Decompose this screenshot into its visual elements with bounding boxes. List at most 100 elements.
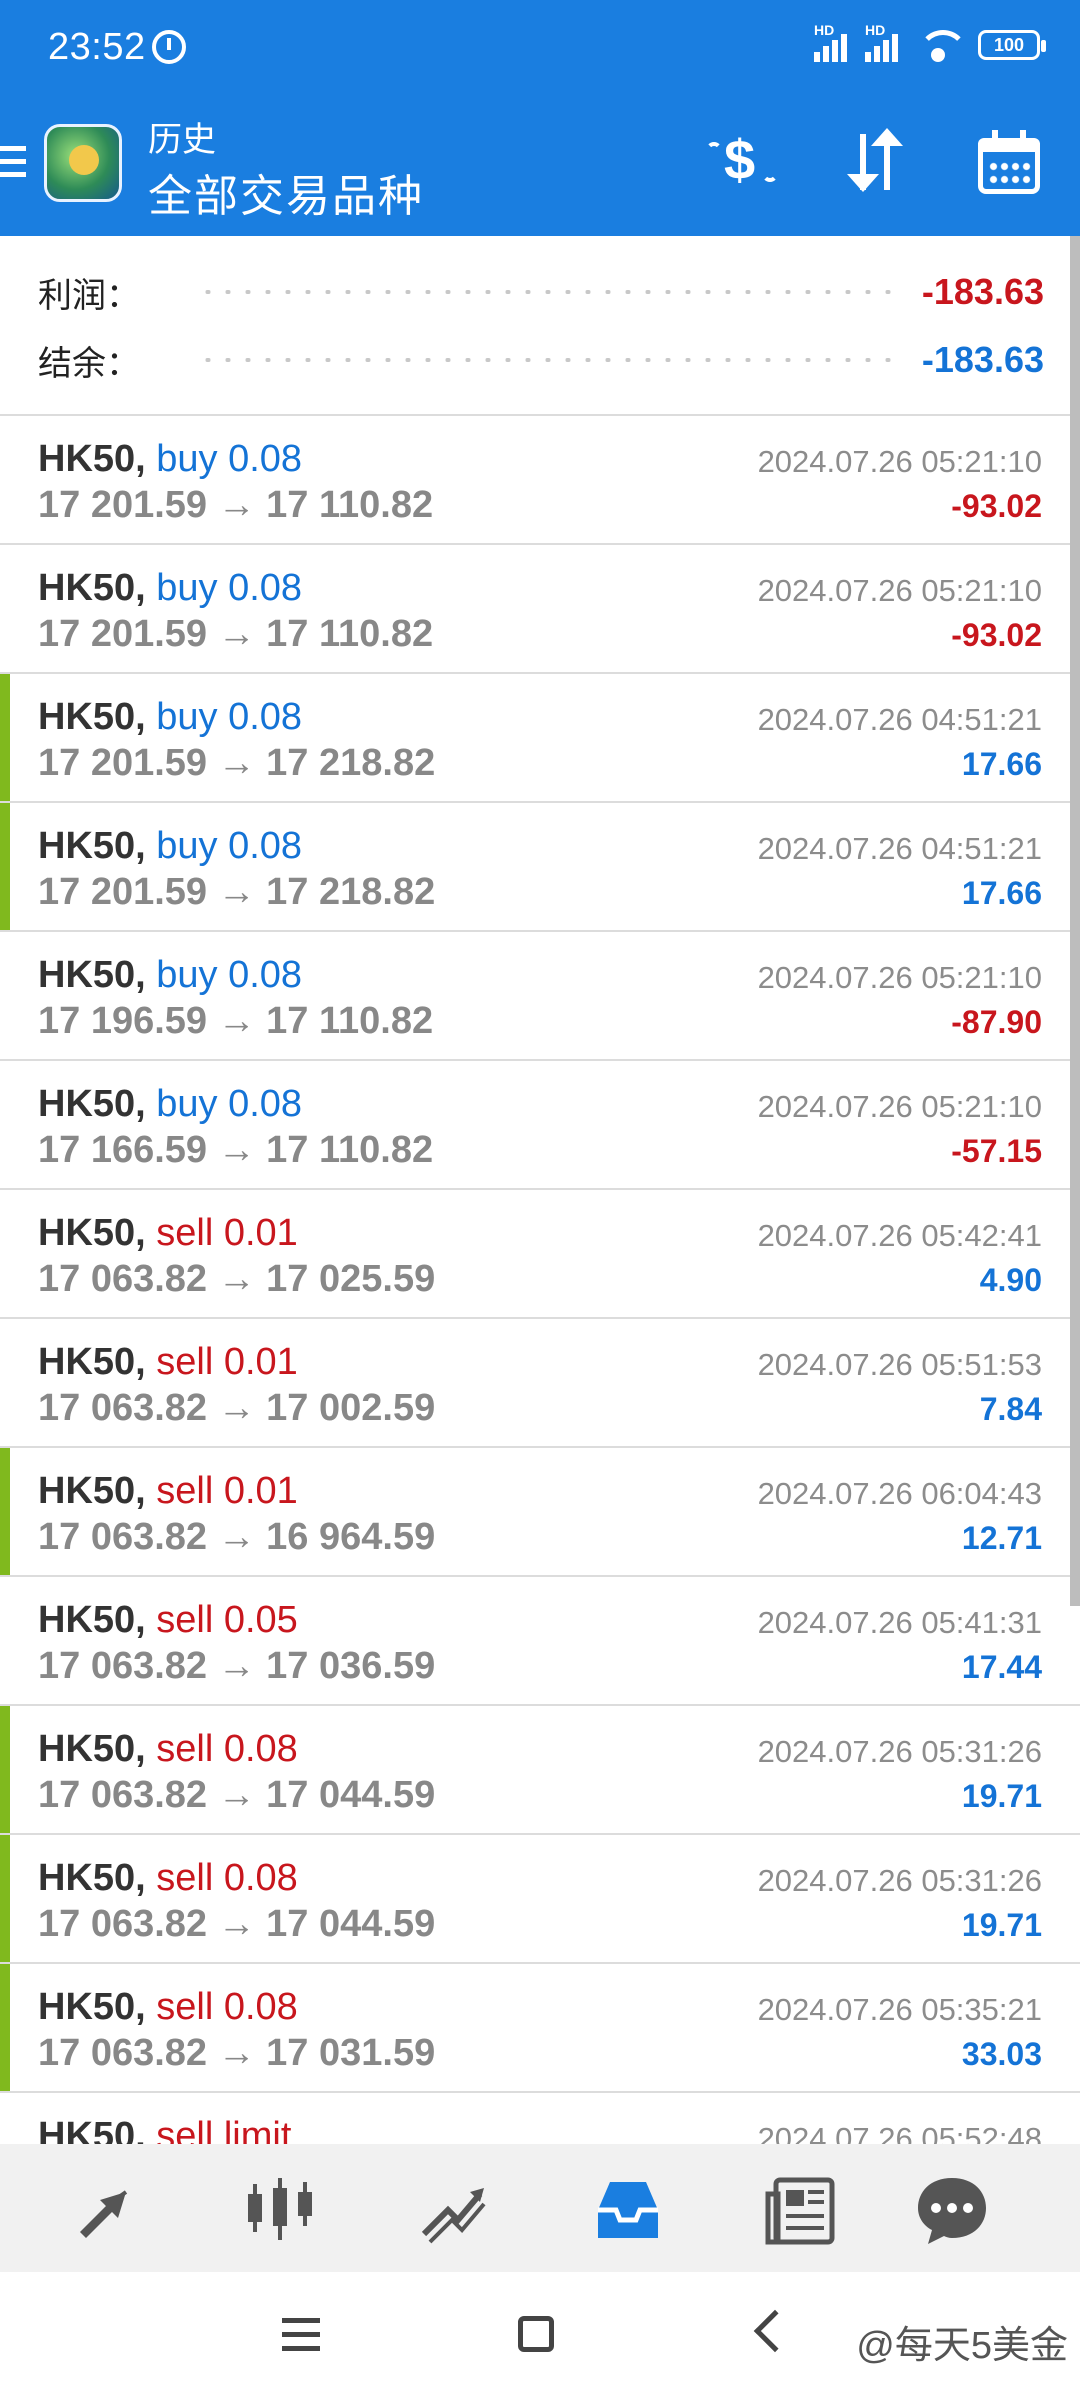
trade-side: buy 0.08 <box>156 1083 303 1125</box>
history-icon[interactable] <box>588 2170 668 2250</box>
trade-time: 2024.07.26 05:31:26 <box>757 1863 1042 1898</box>
back-icon[interactable] <box>753 2309 797 2353</box>
trade-header: HK50, buy 0.08 <box>38 954 302 997</box>
trade-symbol: HK50, <box>38 825 146 867</box>
trade-side: sell 0.05 <box>156 1599 298 1641</box>
trade-time: 2024.07.26 05:42:41 <box>757 1218 1042 1253</box>
trade-profit: 33.03 <box>961 2036 1042 2072</box>
trade-row[interactable]: HK50, sell 0.08 17 063.82 → 17 031.59 2024… <box>0 1964 1080 2093</box>
chart-icon[interactable] <box>240 2170 320 2250</box>
status-icons: HD HD 100 <box>814 22 1046 62</box>
trade-time: 2024.07.26 06:04:43 <box>757 1476 1042 1511</box>
trade-time: 2024.07.26 05:21:10 <box>757 1089 1042 1124</box>
trade-row[interactable]: HK50, buy 0.08 17 166.59 → 17 110.82 2024.… <box>0 1061 1080 1190</box>
menu-icon[interactable] <box>0 146 26 182</box>
trade-time: 2024.07.26 04:51:21 <box>757 831 1042 866</box>
profit-value: -183.63 <box>921 271 1044 312</box>
trade-icon[interactable] <box>414 2170 494 2250</box>
trade-symbol: HK50, <box>38 1599 146 1641</box>
trade-row[interactable]: HK50, buy 0.08 17 201.59 → 17 110.82 2024.… <box>0 416 1080 545</box>
trade-time: 2024.07.26 05:41:31 <box>757 1605 1042 1640</box>
trade-header: HK50, sell 0.01 <box>38 1341 298 1384</box>
trade-profit: 12.71 <box>961 1520 1042 1556</box>
trade-header: HK50, sell 0.08 <box>38 1986 298 2029</box>
trade-prices: 17 063.82 → 17 031.59 <box>38 2032 436 2074</box>
trade-symbol: HK50, <box>38 1986 146 2028</box>
trade-row[interactable]: HK50, sell 0.01 17 063.82 → 17 025.59 2024… <box>0 1190 1080 1319</box>
trade-row[interactable]: HK50, sell 0.08 17 063.82 → 17 044.59 2024… <box>0 1835 1080 1964</box>
trade-profit: -57.15 <box>951 1133 1042 1169</box>
alarm-icon <box>152 30 186 64</box>
trade-side: buy 0.08 <box>156 954 303 996</box>
trade-time: 2024.07.26 05:51:53 <box>757 1347 1042 1382</box>
trade-time: 2024.07.26 04:51:21 <box>757 702 1042 737</box>
trade-row[interactable]: HK50, buy 0.08 17 201.59 → 17 218.82 2024.… <box>0 674 1080 803</box>
recent-apps-icon[interactable] <box>282 2318 320 2352</box>
trade-header: HK50, buy 0.08 <box>38 567 302 610</box>
page-title[interactable]: 全部交易品种 <box>148 160 424 224</box>
trade-prices: 17 063.82 → 17 025.59 <box>38 1258 436 1300</box>
trade-side: sell 0.01 <box>156 1470 298 1512</box>
trade-profit: 17.66 <box>961 746 1042 782</box>
trade-prices: 17 063.82 → 17 036.59 <box>38 1645 436 1687</box>
trade-header: HK50, buy 0.08 <box>38 825 302 868</box>
trade-symbol: HK50, <box>38 1470 146 1512</box>
trade-marker <box>0 1448 10 1575</box>
trade-symbol: HK50, <box>38 954 146 996</box>
trade-side: sell 0.08 <box>156 1857 298 1899</box>
trade-side: sell 0.08 <box>156 1986 298 2028</box>
trade-symbol: HK50, <box>38 1728 146 1770</box>
trade-symbol: HK50, <box>38 696 146 738</box>
profit-row: 利润： -183.63 <box>38 262 1044 322</box>
trade-row[interactable]: HK50, sell 0.05 17 063.82 → 17 036.59 2024… <box>0 1577 1080 1706</box>
trade-profit: 7.84 <box>979 1391 1042 1427</box>
trade-prices: 17 196.59 → 17 110.82 <box>38 1000 434 1042</box>
trade-row[interactable]: HK50, sell limit 2024.07.26 05:52:48 <box>0 2093 1080 2144</box>
trade-profit: 17.44 <box>961 1649 1042 1685</box>
bottom-nav <box>0 2144 1080 2272</box>
trade-prices: 17 201.59 → 17 218.82 <box>38 742 436 784</box>
trade-symbol: HK50, <box>38 567 146 609</box>
trade-row[interactable]: HK50, sell 0.01 17 063.82 → 17 002.59 2024… <box>0 1319 1080 1448</box>
trade-profit: -93.02 <box>951 488 1042 524</box>
trade-row[interactable]: HK50, buy 0.08 17 196.59 → 17 110.82 2024.… <box>0 932 1080 1061</box>
news-icon[interactable] <box>762 2170 842 2250</box>
trade-history-list[interactable]: HK50, buy 0.08 17 201.59 → 17 110.82 2024.… <box>0 416 1080 2144</box>
trade-header: HK50, sell 0.08 <box>38 1728 298 1771</box>
home-icon[interactable] <box>518 2316 554 2352</box>
status-bar: 23:52 HD HD 100 <box>0 0 1080 96</box>
scrollbar[interactable] <box>1070 236 1080 1606</box>
trade-side: sell 0.01 <box>156 1212 298 1254</box>
hd-label: HD <box>814 22 835 38</box>
trade-marker <box>0 803 10 930</box>
trade-profit: -93.02 <box>951 617 1042 653</box>
trade-time: 2024.07.26 05:52:48 <box>757 2121 1042 2144</box>
app-logo-icon <box>44 124 122 202</box>
trade-marker <box>0 674 10 801</box>
trade-row[interactable]: HK50, buy 0.08 17 201.59 → 17 110.82 2024.… <box>0 545 1080 674</box>
wifi-icon <box>916 28 968 62</box>
trade-prices: 17 166.59 → 17 110.82 <box>38 1129 434 1171</box>
calendar-icon[interactable] <box>972 128 1046 202</box>
trade-row[interactable]: HK50, buy 0.08 17 201.59 → 17 218.82 2024.… <box>0 803 1080 932</box>
trade-symbol: HK50, <box>38 1857 146 1899</box>
trade-prices: 17 063.82 → 17 002.59 <box>38 1387 436 1429</box>
trade-header: HK50, sell 0.01 <box>38 1212 298 1255</box>
currency-icon[interactable]: $ <box>704 128 778 202</box>
hd-label-2: HD <box>865 22 886 38</box>
status-time: 23:52 <box>48 26 146 68</box>
trade-symbol: HK50, <box>38 1341 146 1383</box>
trade-profit: 17.66 <box>961 875 1042 911</box>
sort-icon[interactable] <box>838 128 912 202</box>
quotes-icon[interactable] <box>66 2170 146 2250</box>
trade-header: HK50, sell limit <box>38 2115 291 2144</box>
trade-prices: 17 201.59 → 17 218.82 <box>38 871 436 913</box>
trade-side: sell 0.08 <box>156 1728 298 1770</box>
chat-icon[interactable] <box>912 2170 992 2250</box>
trade-row[interactable]: HK50, sell 0.08 17 063.82 → 17 044.59 2024… <box>0 1706 1080 1835</box>
balance-row: 结余： -183.63 <box>38 330 1044 390</box>
trade-side: buy 0.08 <box>156 438 303 480</box>
trade-header: HK50, sell 0.05 <box>38 1599 298 1642</box>
balance-label: 结余： <box>38 344 140 383</box>
trade-row[interactable]: HK50, sell 0.01 17 063.82 → 16 964.59 2024… <box>0 1448 1080 1577</box>
